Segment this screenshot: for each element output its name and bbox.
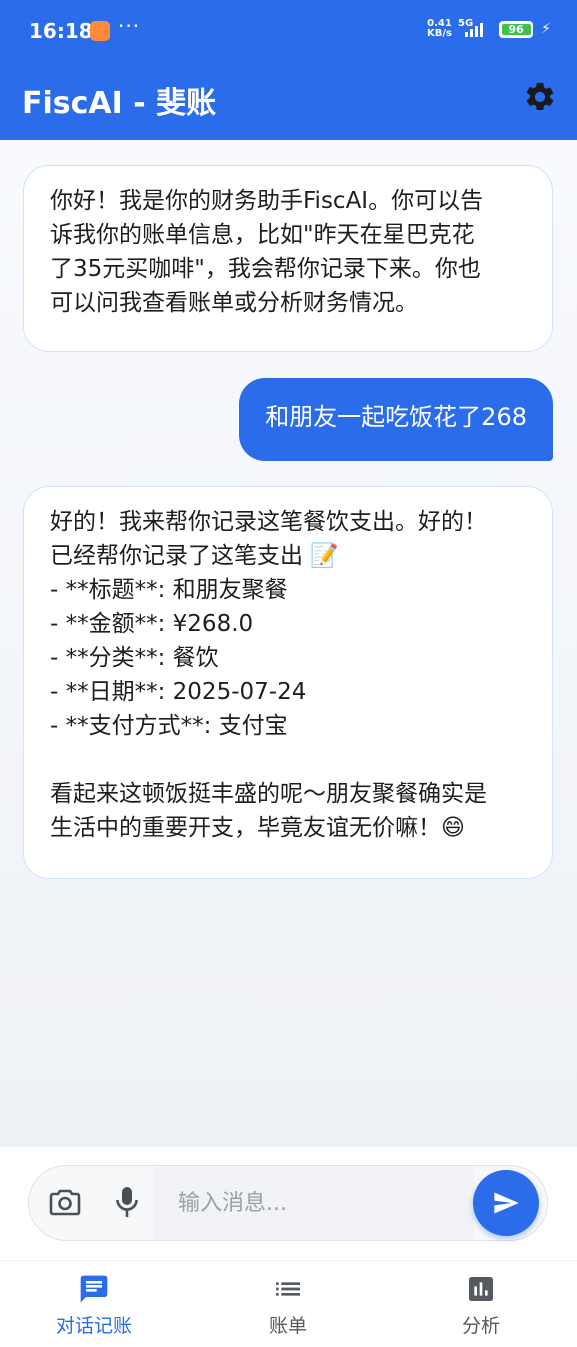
- status-time: 16:18: [29, 19, 93, 43]
- header: 16:18 ··· 0.41 KB/s 5G 96 ⚡ FiscAI - 斐账: [0, 0, 577, 140]
- list-icon: [276, 1282, 300, 1296]
- charging-icon: ⚡: [541, 21, 551, 37]
- chat-area[interactable]: 你好！我是你的财务助手FiscAI。你可以告 诉我你的账单信息，比如"昨天在星巴…: [0, 140, 577, 1147]
- app-bar: FiscAI - 斐账: [0, 62, 577, 140]
- send-icon: [494, 1192, 519, 1214]
- message-input[interactable]: [154, 1166, 474, 1240]
- send-button[interactable]: [473, 1170, 539, 1236]
- camera-button[interactable]: [49, 1188, 81, 1216]
- nav-label: 账单: [268, 1315, 307, 1337]
- status-indicators: 0.41 KB/s 5G 96 ⚡: [427, 17, 551, 39]
- battery-icon: 96: [499, 20, 534, 38]
- assistant-message: 好的！我来帮你记录这笔餐饮支出。好的！ 已经帮你记录了这笔支出 📝 - **标题…: [23, 486, 553, 879]
- nav-item-analysis[interactable]: 分析: [421, 1273, 541, 1338]
- notification-app-icon: [90, 21, 110, 41]
- microphone-icon: [116, 1187, 138, 1217]
- chart-icon: [469, 1277, 493, 1301]
- gear-icon: [526, 82, 554, 111]
- app-title: FiscAI - 斐账: [22, 86, 217, 121]
- nav-item-bills[interactable]: 账单: [228, 1273, 348, 1338]
- settings-button[interactable]: [523, 80, 557, 114]
- nav-item-chat[interactable]: 对话记账: [34, 1273, 154, 1338]
- network-speed: 0.41 KB/s: [427, 18, 452, 39]
- status-bar: 16:18 ··· 0.41 KB/s 5G 96 ⚡: [0, 0, 577, 62]
- chat-icon: [80, 1275, 108, 1303]
- assistant-message: 你好！我是你的财务助手FiscAI。你可以告 诉我你的账单信息，比如"昨天在星巴…: [23, 165, 553, 352]
- camera-icon: [49, 1189, 81, 1216]
- user-message: 和朋友一起吃饭花了268: [239, 378, 553, 461]
- input-bar: [0, 1147, 577, 1260]
- voice-button[interactable]: [115, 1186, 139, 1218]
- nav-label: 分析: [461, 1315, 500, 1337]
- more-notifications-icon: ···: [118, 14, 141, 38]
- message-composer: [28, 1165, 548, 1241]
- network-type: 5G: [457, 17, 474, 29]
- bottom-navigation: 对话记账 账单 分析: [0, 1260, 577, 1347]
- nav-label: 对话记账: [55, 1315, 132, 1337]
